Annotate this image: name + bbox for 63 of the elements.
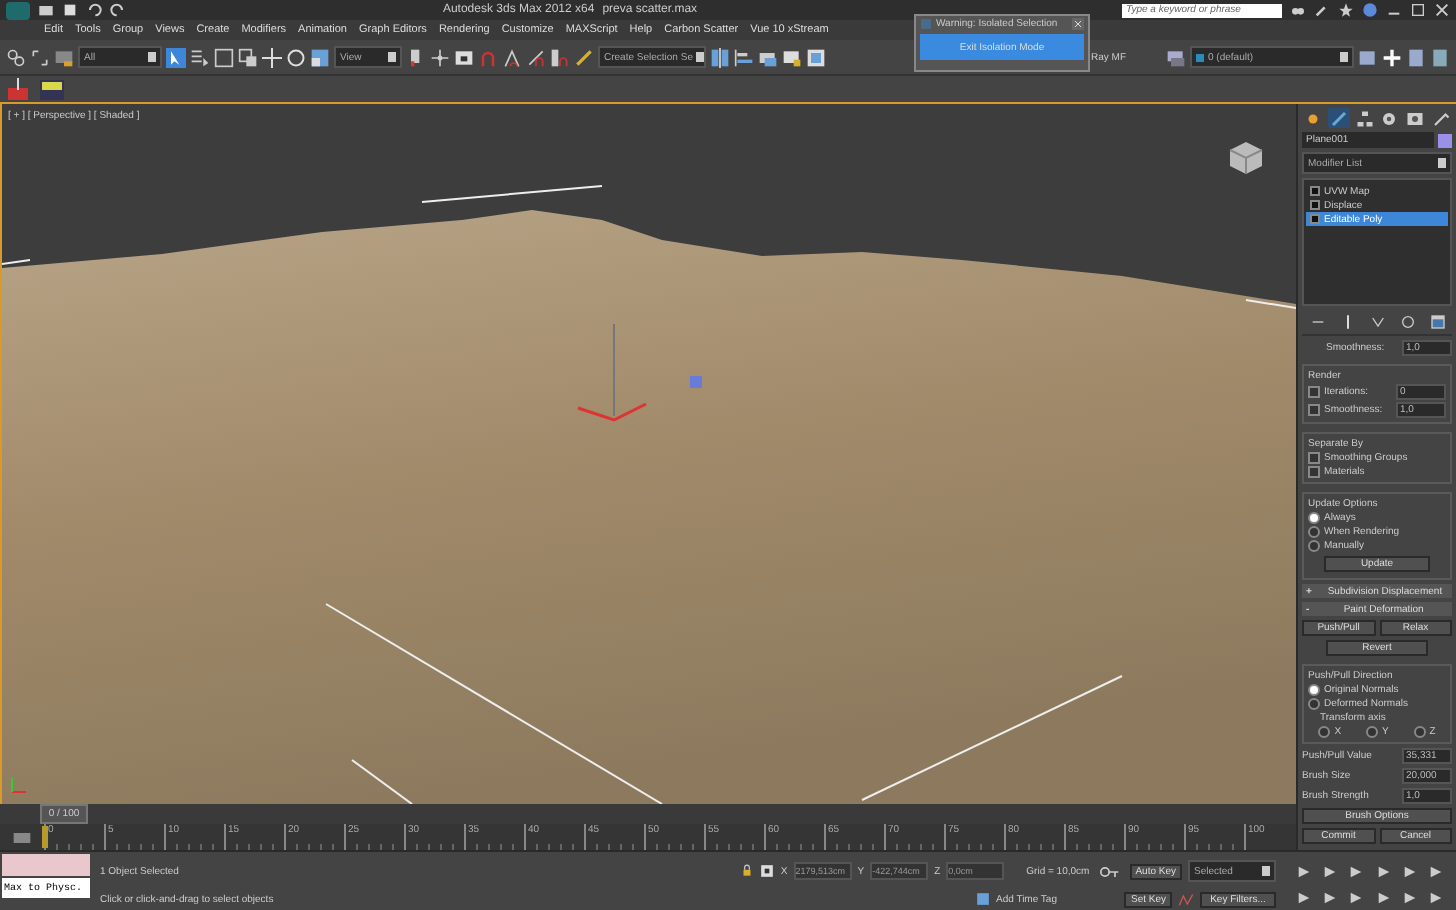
plus-icon[interactable] bbox=[1382, 47, 1402, 67]
align-icon[interactable] bbox=[734, 47, 754, 67]
radio-button[interactable] bbox=[1308, 540, 1320, 552]
scale-icon[interactable] bbox=[310, 47, 330, 67]
configure-sets-icon[interactable] bbox=[1429, 314, 1445, 330]
angle-snap-icon[interactable] bbox=[502, 47, 522, 67]
pencil-icon bbox=[1329, 109, 1348, 127]
save-icon[interactable] bbox=[62, 2, 78, 18]
mirror-icon[interactable] bbox=[710, 47, 730, 67]
percent-snap-icon[interactable] bbox=[526, 47, 546, 67]
command-panel-tab[interactable] bbox=[1353, 108, 1376, 128]
checkbox[interactable] bbox=[1308, 404, 1320, 416]
key-icon[interactable] bbox=[1095, 861, 1124, 882]
command-panel-tab[interactable] bbox=[1429, 108, 1452, 128]
window-crossing-icon[interactable] bbox=[238, 47, 258, 67]
unlink-icon[interactable] bbox=[30, 47, 50, 67]
radio-button[interactable] bbox=[1365, 726, 1378, 738]
close-icon[interactable] bbox=[1072, 18, 1084, 30]
select-icon[interactable] bbox=[166, 47, 186, 67]
redo-icon[interactable] bbox=[110, 2, 126, 18]
checkbox[interactable] bbox=[1308, 386, 1320, 398]
monitor-icon bbox=[1406, 109, 1425, 127]
hammer-icon bbox=[1431, 109, 1450, 127]
disc-icon bbox=[1380, 109, 1399, 127]
gizmo-drawing bbox=[577, 323, 702, 422]
viewcube-icon[interactable] bbox=[1228, 140, 1264, 176]
object-color-swatch[interactable] bbox=[1438, 133, 1452, 147]
remove-modifier-icon[interactable] bbox=[1399, 314, 1415, 330]
play-icon[interactable] bbox=[1348, 863, 1365, 879]
radio-button[interactable] bbox=[1308, 698, 1320, 710]
wrench-icon[interactable] bbox=[1314, 2, 1331, 18]
listener-field[interactable] bbox=[2, 854, 90, 876]
hierarchy-icon bbox=[1355, 109, 1374, 127]
radio-button[interactable] bbox=[1308, 526, 1320, 538]
rectangle-selection-icon[interactable] bbox=[214, 47, 234, 67]
current-frame-marker bbox=[42, 826, 48, 848]
help-icon[interactable] bbox=[1362, 2, 1379, 18]
sphere-icon bbox=[1304, 109, 1322, 127]
layers-icon[interactable] bbox=[1166, 47, 1186, 67]
checkbox[interactable] bbox=[1308, 466, 1320, 478]
undo-icon[interactable] bbox=[86, 2, 102, 18]
radio-button[interactable] bbox=[1308, 684, 1320, 696]
lock-icon[interactable] bbox=[740, 864, 755, 879]
axis-tripod-icon bbox=[8, 776, 28, 796]
folder-icon[interactable] bbox=[38, 2, 54, 18]
radio-button[interactable] bbox=[1308, 512, 1320, 524]
make-unique-icon[interactable] bbox=[1369, 314, 1385, 330]
command-panel-tab[interactable] bbox=[1378, 108, 1401, 128]
checkbox[interactable] bbox=[1308, 452, 1320, 464]
maximize-icon[interactable] bbox=[1410, 2, 1427, 18]
time-tag-icon[interactable] bbox=[976, 892, 990, 907]
radio-button[interactable] bbox=[1413, 726, 1426, 738]
command-panel-tab[interactable] bbox=[1404, 108, 1427, 128]
move-icon[interactable] bbox=[262, 47, 282, 67]
binoculars-icon[interactable] bbox=[1290, 2, 1307, 18]
radio-button[interactable] bbox=[1318, 726, 1331, 738]
select-by-name-icon[interactable] bbox=[190, 47, 210, 67]
close-icon[interactable] bbox=[1434, 2, 1451, 18]
command-panel-tab[interactable] bbox=[1327, 108, 1350, 128]
link-icon[interactable] bbox=[6, 47, 26, 67]
rotate-icon[interactable] bbox=[286, 47, 306, 67]
spinner-snap-icon[interactable] bbox=[550, 47, 570, 67]
star-icon[interactable] bbox=[1338, 2, 1355, 18]
